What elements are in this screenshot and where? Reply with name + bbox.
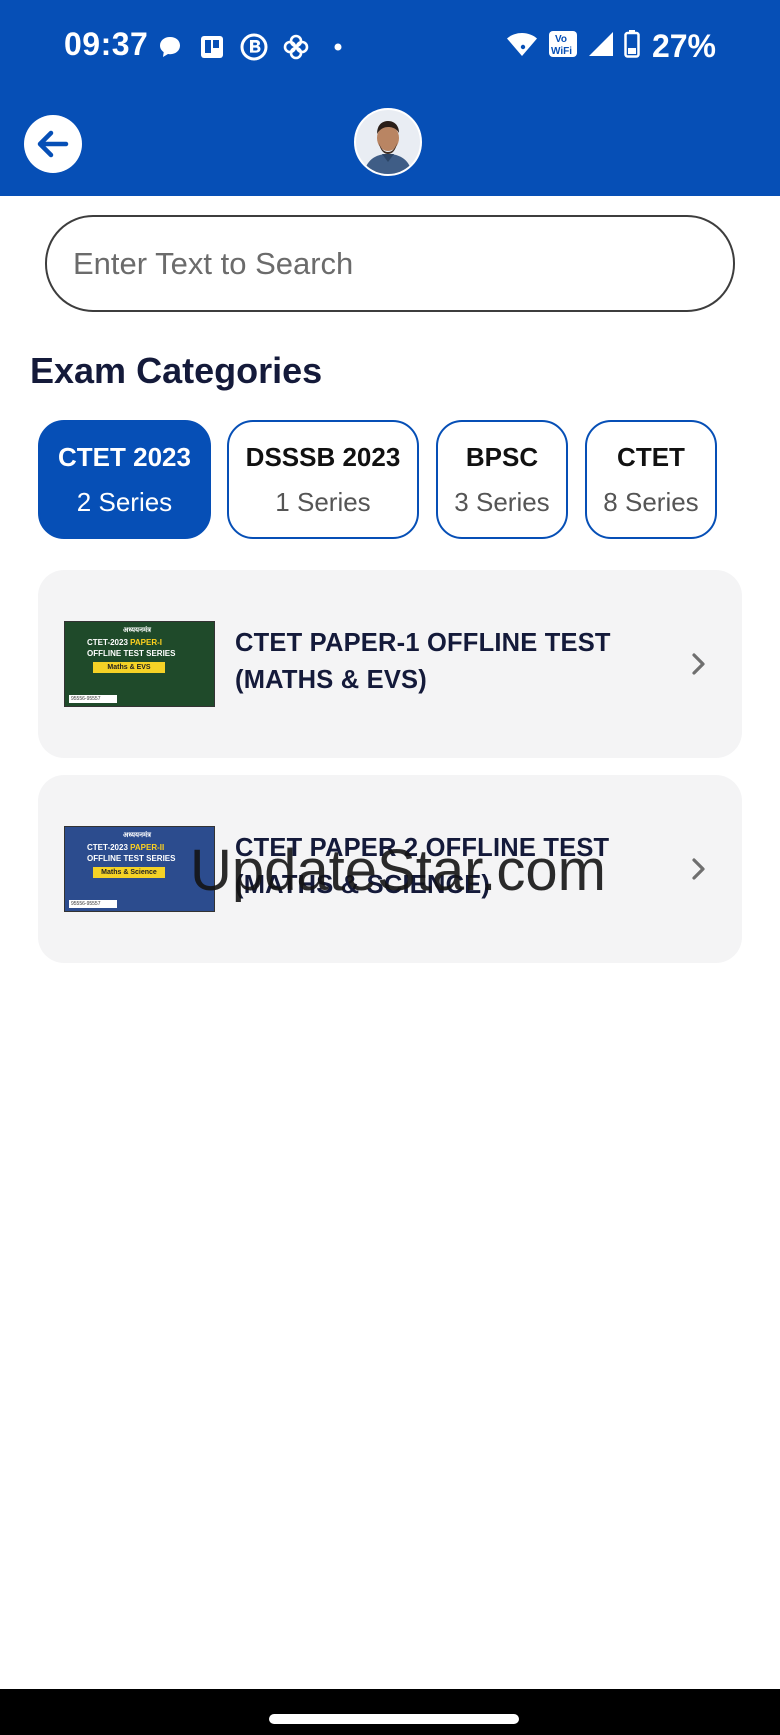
notification-icons (156, 30, 352, 64)
system-icons: Vo WiFi 27% (506, 28, 716, 64)
chevron-right-icon (692, 653, 705, 675)
search-input[interactable] (73, 245, 693, 282)
series-card[interactable]: अध्ययनमंत्र CTET-2023 PAPER-II OFFLINE T… (38, 775, 742, 963)
category-chip-dsssb-2023[interactable]: DSSSB 2023 1 Series (227, 420, 419, 539)
search-box[interactable] (45, 215, 735, 312)
chevron-right-icon (692, 858, 705, 880)
category-chip-ctet-2023[interactable]: CTET 2023 2 Series (38, 420, 211, 539)
profile-avatar[interactable] (354, 108, 422, 176)
thumb-subject: Maths & EVS (93, 662, 165, 673)
category-series-count: 1 Series (275, 486, 371, 517)
dot-icon (324, 33, 352, 61)
status-time: 09:37 (64, 26, 149, 62)
thumb-sub-b: TEST SERIES (123, 649, 176, 658)
category-series-count: 2 Series (76, 486, 173, 517)
thumb-heading-a: CTET-2023 (87, 638, 128, 647)
battery-icon (624, 29, 640, 63)
series-title-line2: (MATHS & SCIENCE) (235, 871, 491, 899)
category-series-count: 3 Series (454, 486, 550, 517)
series-title: CTET PAPER 2 OFFLINE TEST (MATHS & SCIEN… (235, 830, 655, 904)
battery-percent: 27% (651, 27, 716, 64)
series-title: CTET PAPER-1 OFFLINE TEST (MATHS & EVS) (235, 625, 655, 699)
signal-icon (588, 31, 614, 62)
thumb-heading-b: PAPER-I (130, 638, 162, 647)
series-thumbnail: अध्ययनमंत्र CTET-2023 PAPER-I OFFLINE TE… (64, 621, 215, 707)
trello-icon (198, 33, 226, 61)
vowifi-icon: Vo WiFi (548, 30, 578, 63)
wifi-icon (506, 31, 538, 62)
thumb-heading: CTET-2023 PAPER-II (87, 843, 164, 852)
category-name: CTET 2023 (58, 441, 191, 472)
pinwheel-icon (282, 33, 310, 61)
thumb-sub-b: TEST SERIES (123, 854, 176, 863)
thumb-heading: CTET-2023 PAPER-I (87, 638, 162, 647)
thumb-phone: 95556-95557 (69, 900, 117, 908)
thumb-heading-a: CTET-2023 (87, 843, 128, 852)
back-button[interactable] (24, 115, 82, 173)
category-name: CTET (617, 441, 685, 472)
person-avatar-icon (356, 110, 420, 174)
arrow-left-icon (37, 130, 69, 158)
b-app-icon (240, 33, 268, 61)
thumb-sub-a: OFFLINE (87, 649, 122, 658)
thumb-brand: अध्ययनमंत्र (123, 832, 152, 839)
section-title: Exam Categories (30, 350, 323, 391)
vowifi-label-top: Vo (555, 34, 567, 45)
thumb-brand: अध्ययनमंत्र (123, 627, 152, 634)
thumb-subject: Maths & Science (93, 867, 165, 878)
home-indicator[interactable] (269, 1714, 519, 1724)
thumb-phone: 95556-95557 (69, 695, 117, 703)
vowifi-label-bottom: WiFi (551, 46, 572, 57)
thumb-subheading: OFFLINE TEST SERIES (87, 649, 175, 658)
thumb-heading-b: PAPER-II (130, 843, 165, 852)
thumb-subheading: OFFLINE TEST SERIES (87, 854, 175, 863)
thumb-sub-a: OFFLINE (87, 854, 122, 863)
system-nav-bar (0, 1689, 780, 1735)
category-chip-ctet[interactable]: CTET 8 Series (585, 420, 717, 539)
category-chip-bpsc[interactable]: BPSC 3 Series (436, 420, 568, 539)
chat-bubble-icon (156, 33, 184, 61)
category-series-count: 8 Series (603, 486, 699, 517)
series-title-line1: CTET PAPER-1 OFFLINE TEST (235, 629, 611, 657)
status-bar: 09:37 Vo WiFi 27% (0, 0, 780, 92)
series-card[interactable]: अध्ययनमंत्र CTET-2023 PAPER-I OFFLINE TE… (38, 570, 742, 758)
series-thumbnail: अध्ययनमंत्र CTET-2023 PAPER-II OFFLINE T… (64, 826, 215, 912)
series-title-line1: CTET PAPER 2 OFFLINE TEST (235, 834, 610, 862)
app-header: 09:37 Vo WiFi 27% (0, 0, 780, 196)
series-title-line2: (MATHS & EVS) (235, 666, 427, 694)
category-name: BPSC (465, 441, 539, 472)
category-name: DSSSB 2023 (245, 441, 401, 472)
